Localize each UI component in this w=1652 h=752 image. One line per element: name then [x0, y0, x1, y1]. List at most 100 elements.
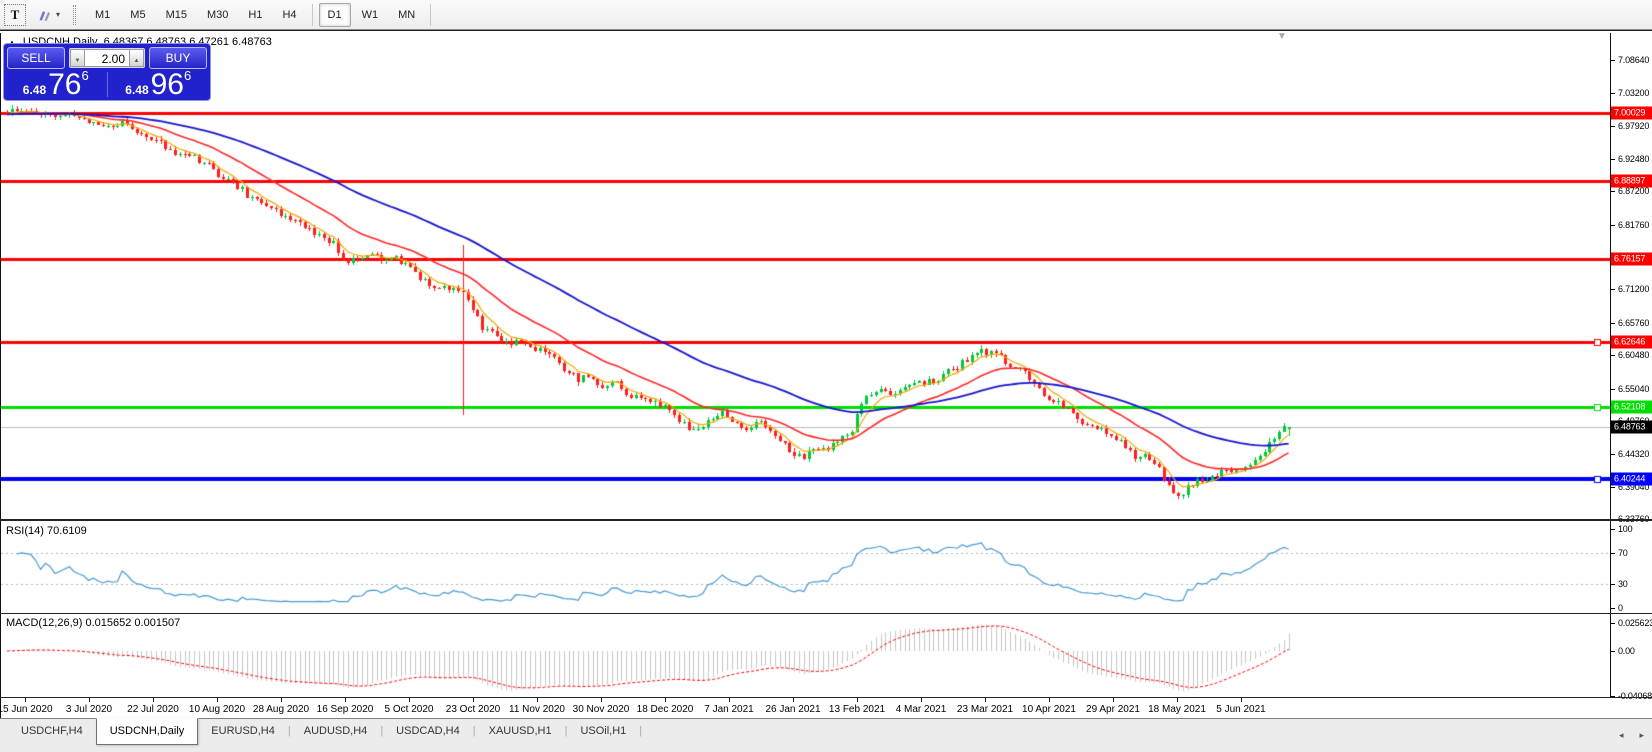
date-axis-label: 16 Sep 2020: [316, 704, 374, 715]
buy-price-prefix: 6.48: [125, 83, 149, 97]
timeframe-button-m5[interactable]: M5: [121, 3, 154, 27]
chart-window: ▲ USDCNH,Daily 6.48367 6.48763 6.47261 6…: [0, 30, 1652, 719]
date-axis-label: 23 Mar 2021: [956, 704, 1014, 715]
date-axis-label: 7 Jan 2021: [704, 704, 754, 715]
tab-xauusd-h1[interactable]: XAUUSD,H1: [476, 719, 565, 743]
date-axis-tickmark: [665, 698, 666, 702]
tab-scroll-right-icon[interactable]: ▸: [1639, 730, 1644, 741]
timeframe-button-m1[interactable]: M1: [86, 3, 119, 27]
panel-separator[interactable]: [0, 519, 1652, 521]
timeframe-button-m30[interactable]: M30: [198, 3, 237, 27]
price-axis-tick: 6.44320: [1618, 449, 1650, 460]
buy-price[interactable]: 6.48 96 6: [109, 68, 209, 100]
rsi-axis-tick: 100: [1618, 524, 1633, 534]
date-axis-label: 18 May 2021: [1148, 704, 1206, 715]
macd-axis-tick: 0.025623: [1618, 617, 1652, 628]
date-axis-tickmark: [89, 698, 90, 702]
rsi-axis-tickmark: [1611, 584, 1615, 586]
date-axis-tickmark: [537, 698, 538, 702]
volume-stepper: ▼ 2.00 ▲: [69, 48, 145, 68]
timeframe-button-m15[interactable]: M15: [157, 3, 196, 27]
price-axis[interactable]: 7.08640 7.03200 6.97920 6.92480 6.87200 6.817…: [1611, 33, 1652, 531]
price-axis-tickmark: [1611, 289, 1615, 291]
price-axis-tickmark: [1611, 159, 1615, 161]
price-axis-tick: 6.97920: [1618, 120, 1650, 131]
price-divider: [106, 72, 108, 97]
tab-eurusd-h4[interactable]: EURUSD,H4: [198, 719, 288, 743]
text-tool-button[interactable]: T: [4, 3, 26, 26]
toolbar-grip[interactable]: [73, 4, 77, 25]
tab-usoil-h1[interactable]: USOil,H1: [567, 719, 639, 743]
price-level-label-6.88897: 6.88897: [1611, 174, 1652, 188]
price-axis-tickmark: [1611, 93, 1615, 95]
price-axis-tickmark: [1611, 224, 1615, 226]
rsi-canvas[interactable]: [1, 523, 1610, 612]
price-axis-tick: 6.87200: [1618, 186, 1650, 197]
timeframe-button-w1[interactable]: W1: [353, 3, 388, 27]
macd-axis-tick: 0.00: [1618, 646, 1635, 656]
timeframe-button-h1[interactable]: H1: [239, 3, 271, 27]
date-axis-tickmark: [1113, 698, 1114, 702]
date-axis-label: 4 Mar 2021: [895, 704, 947, 715]
rsi-axis-tickmark: [1611, 529, 1615, 530]
panel-separator[interactable]: [0, 613, 1652, 614]
timeframe-button-mn[interactable]: MN: [389, 3, 424, 27]
price-axis-tickmark: [1611, 388, 1615, 390]
tab-usdchf-h4[interactable]: USDCHF,H4: [8, 719, 96, 743]
price-axis-tickmark: [1611, 355, 1615, 357]
date-axis-tickmark: [25, 698, 26, 702]
bid-price-label: 6.48763: [1611, 420, 1652, 434]
rsi-axis[interactable]: 100 70 30 0: [1611, 523, 1652, 615]
date-axis-tickmark: [793, 698, 794, 702]
volume-input[interactable]: 2.00: [85, 49, 129, 67]
price-axis-tick: 6.92480: [1618, 154, 1650, 165]
price-level-label-6.52108: 6.52108: [1611, 400, 1652, 414]
date-axis-label: 28 Aug 2020: [252, 704, 310, 715]
crayons-glyph: [39, 10, 50, 21]
date-axis-label: 5 Jun 2021: [1216, 704, 1266, 715]
date-axis-label: 26 Jan 2021: [765, 704, 821, 715]
date-axis-tickmark: [473, 698, 474, 702]
chart-tabs: USDCHF,H4 USDCNH,Daily EURUSD,H4 | AUDUSD,H4…: [8, 718, 643, 745]
date-axis-tickmark: [601, 698, 602, 702]
toolbar-separator: [311, 3, 313, 26]
sell-price-big: 76: [48, 68, 82, 101]
rsi-axis-tickmark: [1611, 552, 1615, 554]
price-axis-tick: 6.81760: [1618, 219, 1650, 230]
timeframe-button-h4[interactable]: H4: [273, 3, 305, 27]
tab-separator: |: [639, 725, 643, 737]
macd-label: MACD(12,26,9) 0.015652 0.001507: [6, 617, 181, 629]
tab-scroll-left-icon[interactable]: ◂: [1619, 730, 1624, 741]
price-axis-tick: 6.60480: [1618, 350, 1650, 361]
date-axis[interactable]: 15 Jun 2020 3 Jul 2020 22 Jul 2020 10 Aug 2…: [0, 698, 1610, 719]
date-axis-tickmark: [985, 698, 986, 702]
rsi-axis-tick: 30: [1618, 579, 1628, 590]
macd-canvas[interactable]: [1, 615, 1610, 697]
chart-shift-marker-icon[interactable]: ▼: [1277, 31, 1287, 42]
caret-down-icon: ▼: [74, 58, 81, 64]
tab-audusd-h4[interactable]: AUDUSD,H4: [291, 719, 381, 743]
buy-button[interactable]: BUY: [149, 47, 207, 69]
rsi-axis-tick: 0: [1618, 603, 1623, 613]
price-level-label-6.62646: 6.62646: [1611, 335, 1652, 349]
sell-price[interactable]: 6.48 76 6: [6, 68, 106, 101]
dropdown-caret-icon[interactable]: ▾: [56, 10, 60, 19]
macd-axis[interactable]: 0.025623 0.00 -0.040687: [1611, 615, 1652, 701]
date-axis-tickmark: [217, 698, 218, 702]
macd-axis-tick: -0.040687: [1618, 690, 1652, 701]
price-level-label-6.76157: 6.76157: [1611, 252, 1652, 266]
sell-button[interactable]: SELL: [7, 47, 65, 69]
tab-usdcnh-daily[interactable]: USDCNH,Daily: [95, 718, 199, 745]
volume-decrease-button[interactable]: ▼: [70, 49, 85, 67]
rsi-axis-tick: 70: [1618, 547, 1628, 558]
tab-usdcad-h4[interactable]: USDCAD,H4: [383, 719, 473, 743]
date-axis-tickmark: [729, 698, 730, 702]
chart-tabbar: USDCHF,H4 USDCNH,Daily EURUSD,H4 | AUDUSD,H4…: [0, 718, 1652, 752]
main-chart-canvas[interactable]: [1, 33, 1610, 519]
crayons-icon[interactable]: [34, 5, 54, 25]
volume-increase-button[interactable]: ▲: [129, 49, 144, 67]
price-axis-tickmark: [1611, 454, 1615, 456]
rsi-axis-tickmark: [1611, 608, 1615, 609]
timeframe-button-d1[interactable]: D1: [318, 2, 351, 27]
sell-price-prefix: 6.48: [22, 83, 47, 97]
